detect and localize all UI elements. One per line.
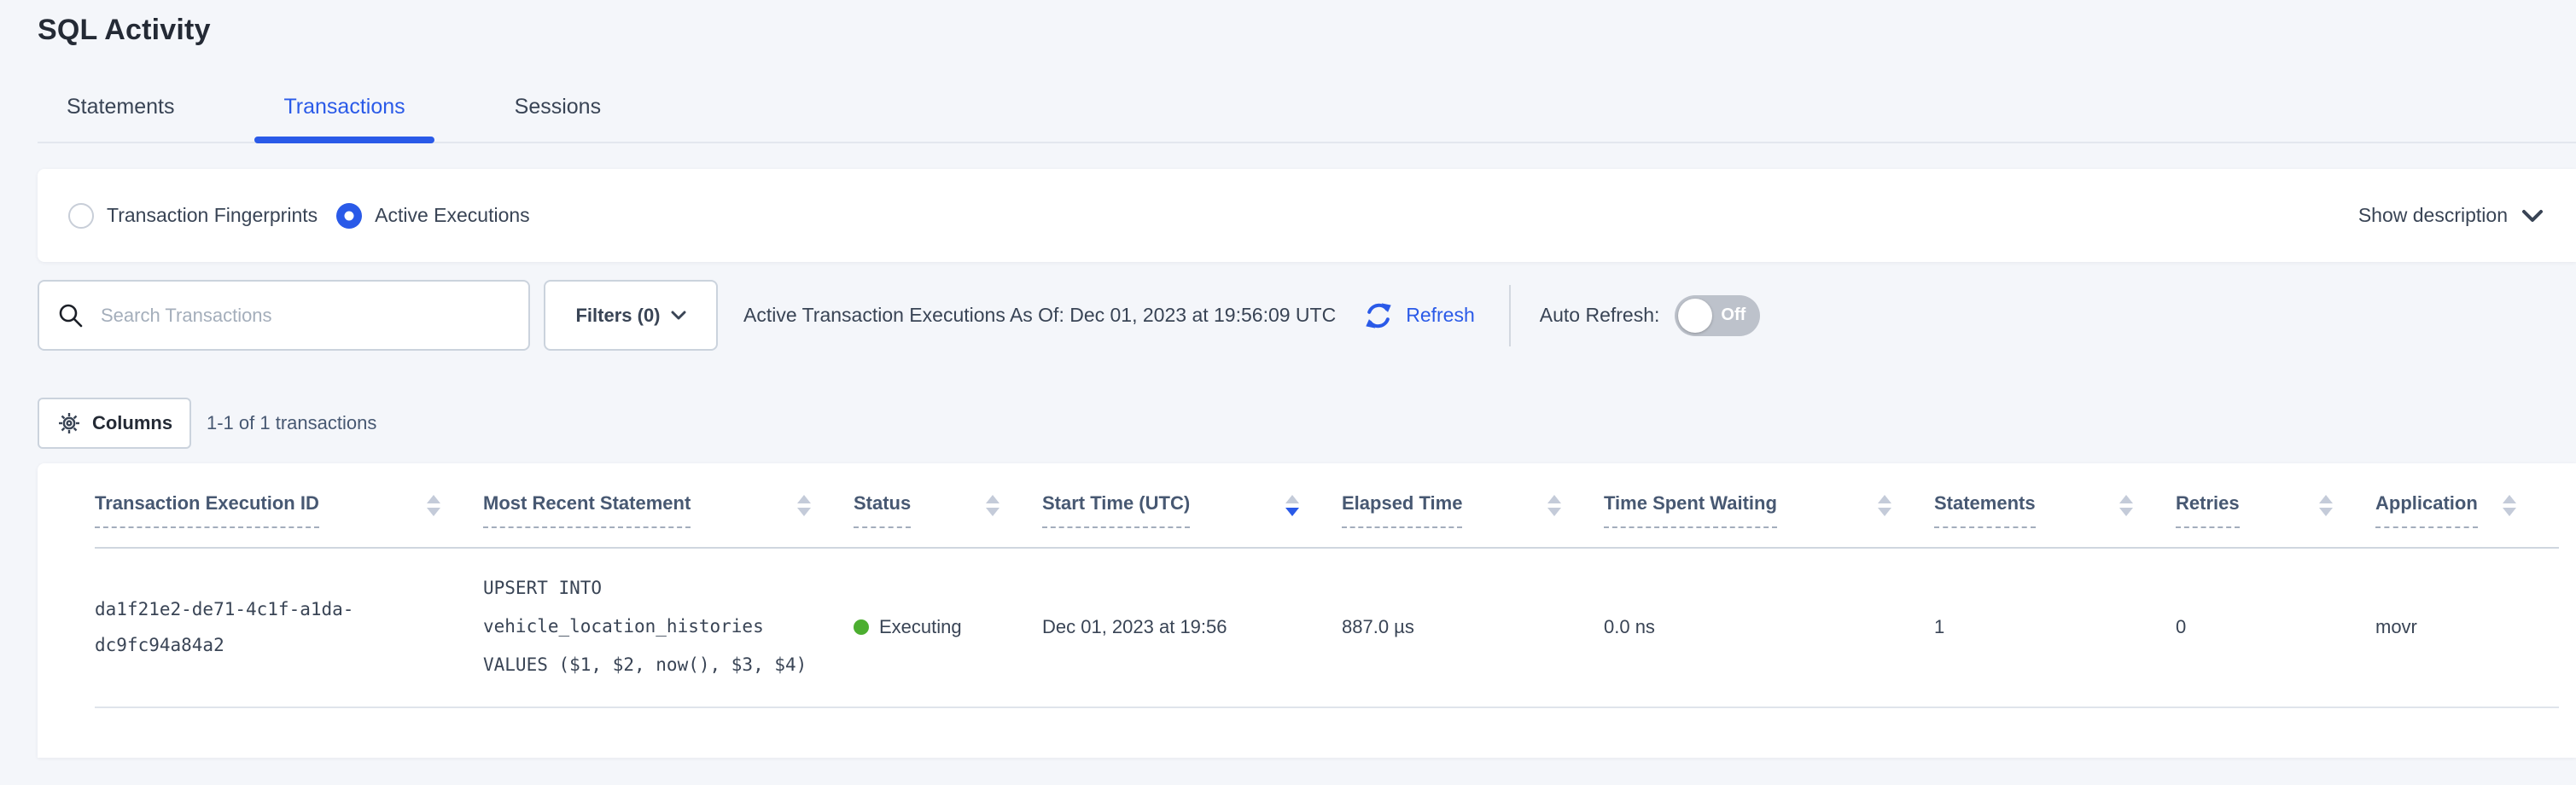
sql-activity-page: SQL Activity Statements Transactions Ses…: [0, 0, 2576, 785]
status-label: Executing: [879, 616, 962, 638]
sort-icon-active-desc[interactable]: [1285, 495, 1299, 516]
transactions-table-card: Transaction Execution ID Most Recent Sta…: [38, 463, 2576, 758]
view-mode-radio-group: Transaction Fingerprints Active Executio…: [68, 203, 530, 229]
column-header-time-spent-waiting[interactable]: Time Spent Waiting: [1604, 463, 1934, 548]
refresh-button[interactable]: Refresh: [1356, 296, 1480, 335]
gear-icon: [56, 410, 82, 436]
refresh-icon: [1361, 297, 1396, 334]
transactions-table: Transaction Execution ID Most Recent Sta…: [95, 463, 2559, 708]
chevron-down-icon: [671, 311, 686, 321]
search-icon: [56, 301, 85, 330]
cell-transaction-execution-id[interactable]: da1f21e2-de71-4c1f-a1da-dc9fc94a84a2: [95, 548, 483, 707]
results-count: 1-1 of 1 transactions: [207, 412, 376, 434]
sort-icon[interactable]: [797, 495, 811, 516]
filters-label: Filters (0): [575, 305, 660, 327]
sort-icon[interactable]: [2119, 495, 2133, 516]
toggle-knob: [1678, 299, 1712, 333]
radio-label: Transaction Fingerprints: [107, 204, 318, 227]
sort-icon[interactable]: [427, 495, 440, 516]
radio-active-executions[interactable]: Active Executions: [336, 203, 530, 229]
table-header-row: Transaction Execution ID Most Recent Sta…: [95, 463, 2559, 548]
toggle-state-label: Off: [1721, 305, 1746, 325]
tab-statements[interactable]: Statements: [38, 95, 203, 142]
cell-status: Executing: [854, 548, 1042, 707]
as-of-text: Active Transaction Executions As Of: Dec…: [743, 304, 1336, 327]
column-header-statements[interactable]: Statements: [1934, 463, 2176, 548]
show-description-toggle[interactable]: Show description: [2358, 204, 2544, 227]
show-description-label: Show description: [2358, 204, 2508, 227]
column-header-transaction-execution-id[interactable]: Transaction Execution ID: [95, 463, 483, 548]
controls-row: Filters (0) Active Transaction Execution…: [38, 280, 2576, 351]
column-header-start-time[interactable]: Start Time (UTC): [1042, 463, 1342, 548]
cell-start-time: Dec 01, 2023 at 19:56: [1042, 548, 1342, 707]
cell-statements: 1: [1934, 548, 2176, 707]
tab-sessions[interactable]: Sessions: [486, 95, 630, 142]
search-box: [38, 280, 530, 351]
cell-most-recent-statement: UPSERT INTO vehicle_location_histories V…: [483, 548, 854, 707]
vertical-divider: [1509, 285, 1511, 346]
page-title: SQL Activity: [38, 0, 2576, 47]
filters-button[interactable]: Filters (0): [544, 280, 718, 351]
sort-icon[interactable]: [2319, 495, 2333, 516]
radio-label: Active Executions: [375, 204, 530, 227]
sort-icon[interactable]: [1547, 495, 1561, 516]
column-header-most-recent-statement[interactable]: Most Recent Statement: [483, 463, 854, 548]
sort-icon[interactable]: [986, 495, 1000, 516]
cell-retries: 0: [2176, 548, 2375, 707]
column-header-retries[interactable]: Retries: [2176, 463, 2375, 548]
sort-icon[interactable]: [1878, 495, 1891, 516]
columns-button[interactable]: Columns: [38, 398, 191, 449]
refresh-label: Refresh: [1406, 304, 1475, 327]
chevron-down-icon: [2521, 209, 2544, 223]
column-header-application[interactable]: Application: [2375, 463, 2559, 548]
column-header-status[interactable]: Status: [854, 463, 1042, 548]
columns-row: Columns 1-1 of 1 transactions: [38, 398, 2576, 449]
radio-selected-icon: [336, 203, 362, 229]
search-input[interactable]: [99, 304, 511, 328]
cell-application: movr: [2375, 548, 2559, 707]
radio-transaction-fingerprints[interactable]: Transaction Fingerprints: [68, 203, 318, 229]
executing-status-dot: [854, 619, 869, 635]
auto-refresh-label: Auto Refresh:: [1540, 304, 1660, 327]
columns-button-label: Columns: [92, 412, 172, 434]
cell-time-spent-waiting: 0.0 ns: [1604, 548, 1934, 707]
radio-unselected-icon: [68, 203, 94, 229]
sort-icon[interactable]: [2503, 495, 2516, 516]
view-options-card: Transaction Fingerprints Active Executio…: [38, 169, 2576, 262]
tab-bar: Statements Transactions Sessions: [38, 95, 2576, 143]
cell-elapsed-time: 887.0 µs: [1342, 548, 1604, 707]
auto-refresh-toggle[interactable]: Off: [1675, 295, 1760, 336]
tab-transactions[interactable]: Transactions: [254, 95, 434, 142]
column-header-elapsed-time[interactable]: Elapsed Time: [1342, 463, 1604, 548]
table-row[interactable]: da1f21e2-de71-4c1f-a1da-dc9fc94a84a2 UPS…: [95, 548, 2559, 707]
